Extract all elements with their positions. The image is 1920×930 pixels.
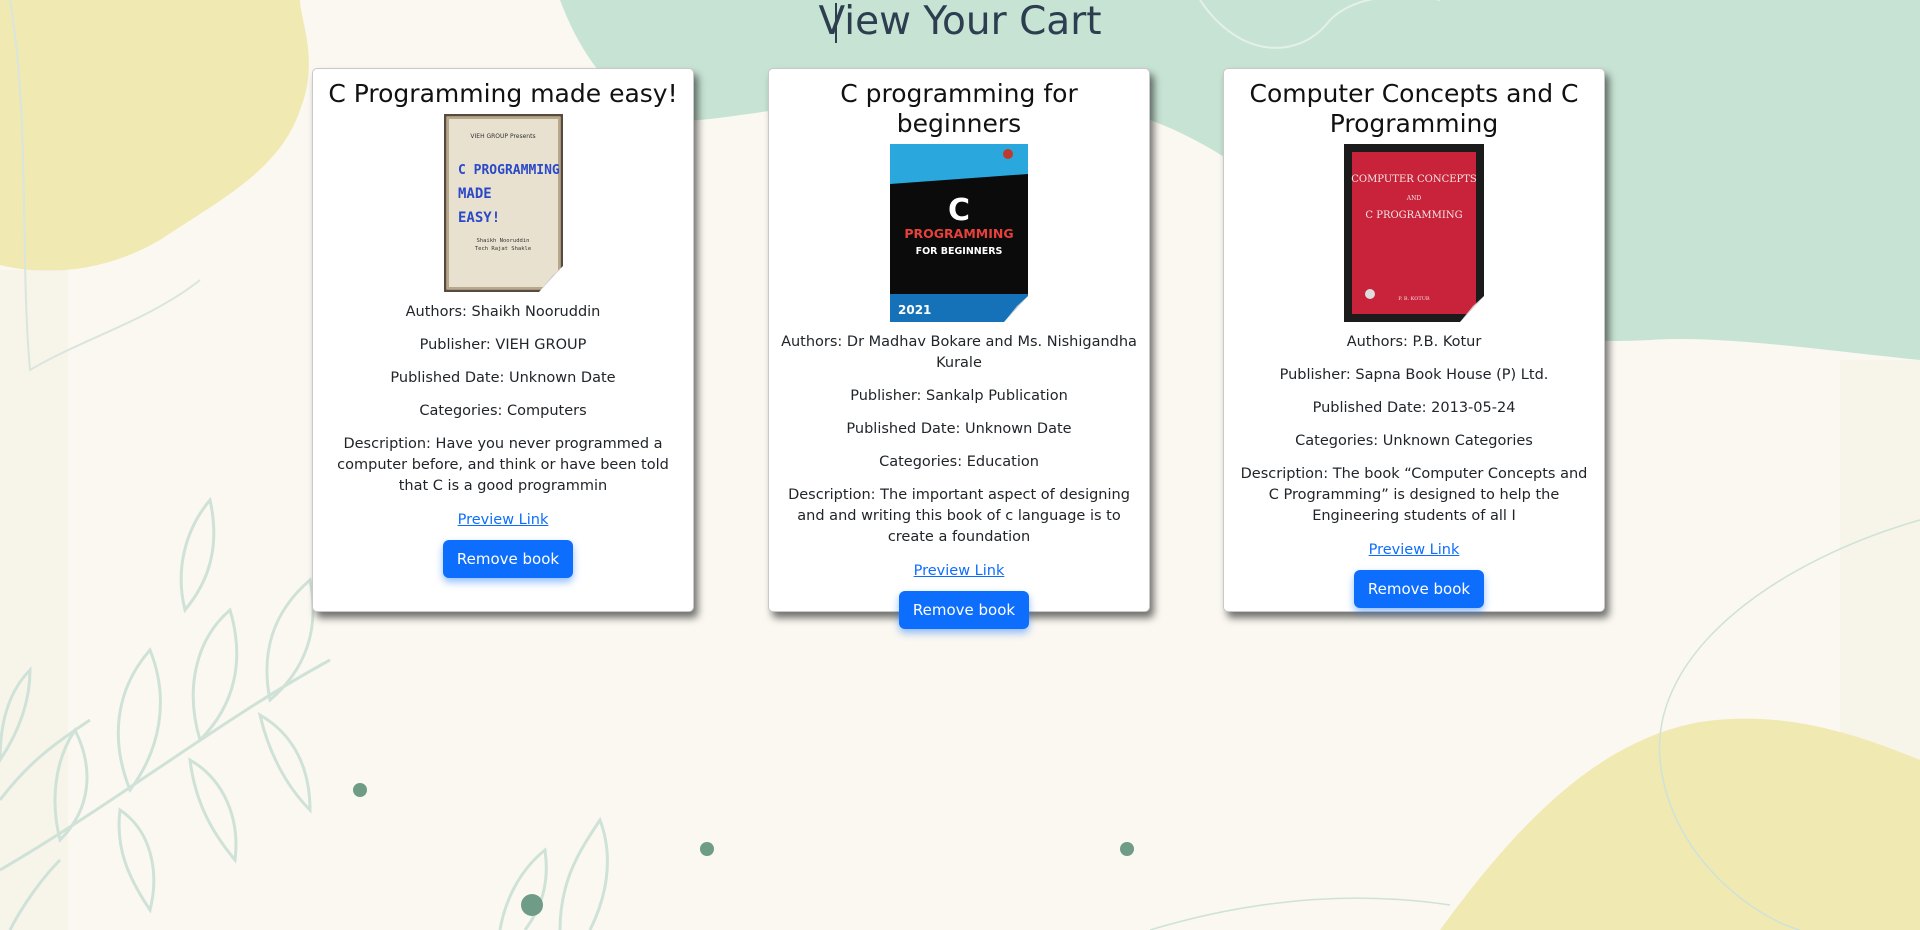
book-description: Description: Have you never programmed a…	[337, 436, 669, 494]
page-title: View Your Cart	[818, 0, 1102, 44]
book-authors: Authors: P.B. Kotur	[1346, 334, 1482, 350]
book-title: C Programming made easy!	[328, 79, 678, 108]
cover-text: MADE	[458, 186, 492, 202]
book-title: C programming for beginners	[840, 79, 1078, 138]
book-cover-image: C PROGRAMMING FOR BEGINNERS 2021	[890, 144, 1028, 322]
book-description: Description: The book “Computer Concepts…	[1240, 466, 1588, 524]
preview-link[interactable]: Preview Link	[914, 563, 1005, 579]
svg-text:C PROGRAMMING: C PROGRAMMING	[458, 163, 560, 178]
cover-text: FOR BEGINNERS	[916, 246, 1003, 257]
cover-text: COMPUTER CONCEPTS	[1351, 174, 1477, 185]
cover-text: AND	[1406, 195, 1422, 202]
svg-text:VIEH GROUP Presents: VIEH GROUP Presents	[470, 133, 535, 140]
cover-text: C PROGRAMMING	[1365, 210, 1462, 221]
book-cover-image: COMPUTER CONCEPTS AND C PROGRAMMING P. B…	[1344, 144, 1484, 322]
remove-book-button[interactable]: Remove book	[1353, 570, 1485, 608]
book-categories: Categories: Computers	[419, 403, 587, 419]
remove-book-button[interactable]: Remove book	[898, 591, 1030, 629]
book-description: Description: The important aspect of des…	[788, 487, 1130, 545]
cover-text: Tech Rajat Shakle	[474, 246, 530, 252]
cover-text: 2021	[898, 303, 931, 317]
book-published-date: Published Date: Unknown Date	[846, 421, 1072, 437]
book-publisher: Publisher: Sankalp Publication	[850, 388, 1068, 404]
cover-text: C	[948, 193, 970, 228]
book-authors: Authors: Dr Madhav Bokare and Ms. Nishig…	[781, 334, 1137, 371]
text-cursor	[835, 3, 837, 43]
book-card: C programming for beginners C PROGRAMMIN…	[768, 68, 1150, 629]
book-authors: Authors: Shaikh Nooruddin	[405, 304, 601, 320]
book-cover-image: VIEH GROUP Presents C PROGRAMMING MADE E…	[443, 114, 563, 292]
book-categories: Categories: Unknown Categories	[1295, 433, 1533, 449]
book-publisher: Publisher: VIEH GROUP	[419, 337, 587, 353]
cover-text: PROGRAMMING	[904, 226, 1013, 241]
book-publisher: Publisher: Sapna Book House (P) Ltd.	[1279, 367, 1549, 383]
cover-text: EASY!	[458, 210, 500, 226]
preview-link[interactable]: Preview Link	[458, 512, 549, 528]
book-card: C Programming made easy! VIEH GROUP Pres…	[312, 68, 694, 612]
book-published-date: Published Date: 2013-05-24	[1312, 400, 1516, 416]
preview-link[interactable]: Preview Link	[1369, 542, 1460, 558]
cover-text: VIEH GROUP Presents	[470, 133, 535, 140]
book-card: Computer Concepts and C Programming COMP…	[1223, 68, 1605, 612]
book-categories: Categories: Education	[879, 454, 1039, 470]
remove-book-button[interactable]: Remove book	[442, 540, 574, 578]
cover-text: P. B. KOTUR	[1398, 296, 1430, 302]
book-title: Computer Concepts and C Programming	[1249, 79, 1579, 138]
book-published-date: Published Date: Unknown Date	[390, 370, 616, 386]
cover-text: Shaikh Nooruddin	[476, 238, 529, 244]
cover-text: C PROGRAMMING	[458, 163, 560, 178]
